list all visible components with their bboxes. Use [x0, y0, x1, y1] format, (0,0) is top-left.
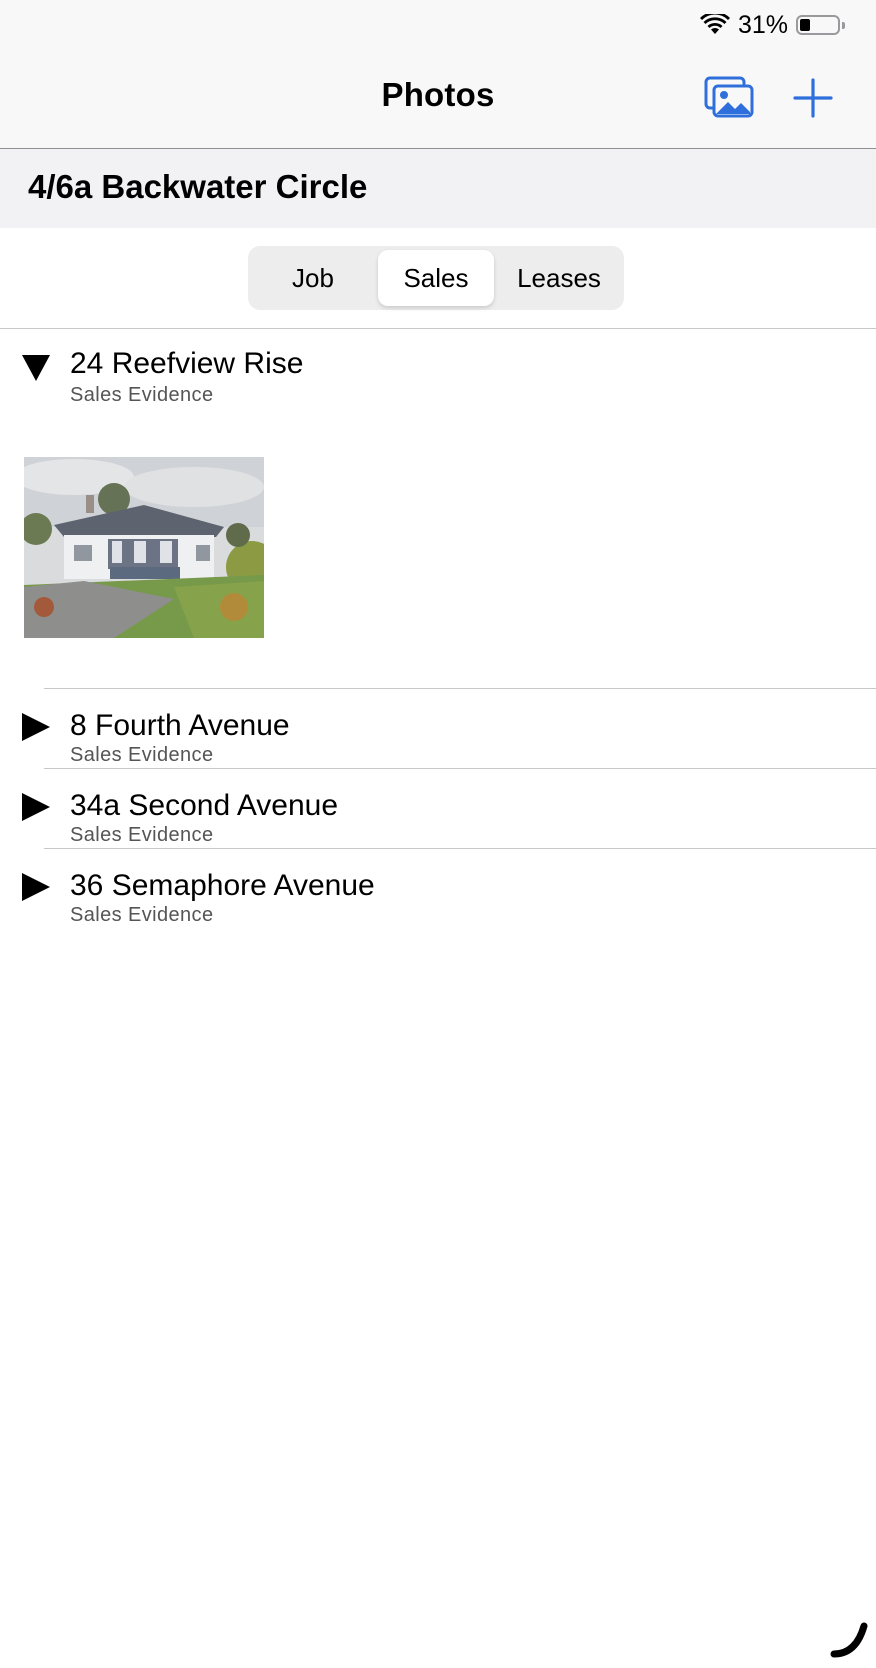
- job-title: 4/6a Backwater Circle: [28, 168, 368, 205]
- battery-percent: 31%: [737, 10, 788, 39]
- evidence-row-36-semaphore-avenue[interactable]: 36 Semaphore Avenue Sales Evidence: [0, 849, 876, 928]
- evidence-row-title: 24 Reefview Rise: [70, 347, 304, 380]
- evidence-row-title: 8 Fourth Avenue: [70, 709, 290, 742]
- disclosure-collapsed-icon: [22, 793, 50, 821]
- house-photo[interactable]: [24, 457, 264, 638]
- navigation-bar: 31% Photos: [0, 0, 876, 149]
- evidence-row-subtitle: Sales Evidence: [70, 824, 214, 846]
- segment-sales[interactable]: Sales: [378, 250, 494, 306]
- wifi-icon: [699, 14, 730, 34]
- evidence-row-34a-second-avenue[interactable]: 34a Second Avenue Sales Evidence: [0, 769, 876, 848]
- evidence-row-title: 36 Semaphore Avenue: [70, 869, 375, 902]
- evidence-row-subtitle: Sales Evidence: [70, 744, 214, 766]
- photo-library-button[interactable]: [704, 76, 754, 120]
- plus-icon: [793, 78, 833, 118]
- evidence-row-8-fourth-avenue[interactable]: 8 Fourth Avenue Sales Evidence: [0, 689, 876, 768]
- battery-level: [800, 19, 810, 31]
- house-photo-image: [24, 457, 264, 638]
- disclosure-collapsed-icon: [22, 713, 50, 741]
- job-header: 4/6a Backwater Circle: [0, 149, 876, 228]
- evidence-row-subtitle: Sales Evidence: [70, 384, 214, 406]
- photo-gallery-icon: [704, 76, 754, 118]
- disclosure-expanded-icon: [22, 355, 50, 381]
- photos-screen: 31% Photos 4/6a Backwater Circle Job Sal…: [0, 0, 876, 1668]
- evidence-row-title: 34a Second Avenue: [70, 789, 339, 822]
- battery-icon: [796, 15, 845, 35]
- add-button[interactable]: [788, 76, 838, 120]
- evidence-row-24-reefview-rise[interactable]: 24 Reefview Rise Sales Evidence: [0, 329, 876, 419]
- battery-tip: [842, 22, 845, 29]
- evidence-row-subtitle: Sales Evidence: [70, 904, 214, 926]
- corner-swoosh-icon: [830, 1622, 868, 1658]
- disclosure-collapsed-icon: [22, 873, 50, 901]
- segment-job[interactable]: Job: [254, 250, 372, 306]
- segmented-control: Job Sales Leases: [248, 246, 624, 310]
- segment-leases[interactable]: Leases: [498, 250, 620, 306]
- status-bar: 31%: [699, 10, 845, 40]
